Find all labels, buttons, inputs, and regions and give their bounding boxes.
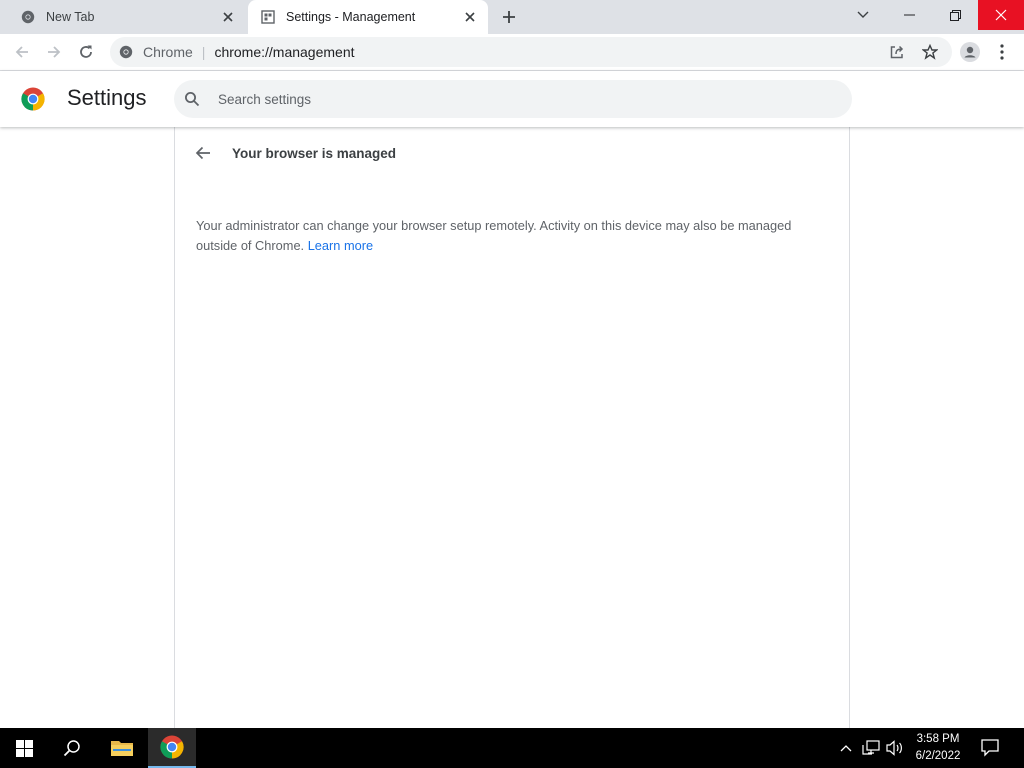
bookmark-star-icon[interactable] [919,41,941,63]
search-input[interactable] [218,91,818,107]
tab-settings-management[interactable]: Settings - Management [248,0,488,34]
close-tab-icon[interactable] [218,7,238,27]
search-icon [184,89,204,109]
file-explorer-icon[interactable] [98,728,146,768]
tab-search-button[interactable] [840,0,886,30]
chrome-logo-icon [21,87,45,111]
page-title: Settings [67,85,147,110]
learn-more-link[interactable]: Learn more [308,238,373,253]
clock-time: 3:58 PM [916,733,960,745]
site-name: Chrome [143,44,193,60]
close-window-button[interactable] [978,0,1024,30]
clock-date: 6/2/2022 [915,750,961,762]
taskbar-clock[interactable]: 3:58 PM 6/2/2022 [905,731,971,765]
reload-button[interactable] [73,39,99,65]
address-bar[interactable]: Chrome | chrome://management [110,37,952,67]
start-button[interactable] [0,728,48,768]
close-tab-icon[interactable] [460,7,480,27]
chevron-up-icon[interactable] [836,738,856,758]
tab-new-tab[interactable]: New Tab [8,0,246,34]
new-tab-button[interactable] [498,6,520,28]
chrome-icon [119,44,135,60]
divider: | [201,44,206,60]
share-icon[interactable] [886,41,908,63]
chrome-icon [20,9,36,25]
settings-header: Settings [0,71,1024,127]
browser-toolbar: Chrome | chrome://management [0,34,1024,71]
network-icon[interactable] [861,738,881,758]
back-button[interactable] [9,39,35,65]
back-arrow-icon[interactable] [191,141,215,165]
tab-strip: New Tab Settings - Management [0,0,1024,34]
description-text: Your administrator can change your brows… [196,218,792,253]
tab-title: New Tab [46,10,95,24]
notification-icon[interactable] [980,737,1002,759]
minimize-button[interactable] [886,0,932,30]
url-text[interactable]: chrome://management [214,44,354,60]
volume-icon[interactable] [885,738,905,758]
more-menu-icon[interactable] [989,39,1015,65]
forward-button[interactable] [41,39,67,65]
settings-page-icon [260,9,276,25]
search-settings-box[interactable] [174,80,852,118]
management-card: Your browser is managed Your administrat… [174,127,850,728]
profile-avatar[interactable] [957,39,983,65]
chrome-taskbar-icon[interactable] [148,728,196,768]
search-taskbar-button[interactable] [48,728,96,768]
tab-title: Settings - Management [286,10,416,24]
windows-taskbar: 3:58 PM 6/2/2022 [0,728,1024,768]
management-description: Your administrator can change your brows… [196,216,826,256]
section-title: Your browser is managed [232,146,397,161]
restore-button[interactable] [932,0,978,30]
